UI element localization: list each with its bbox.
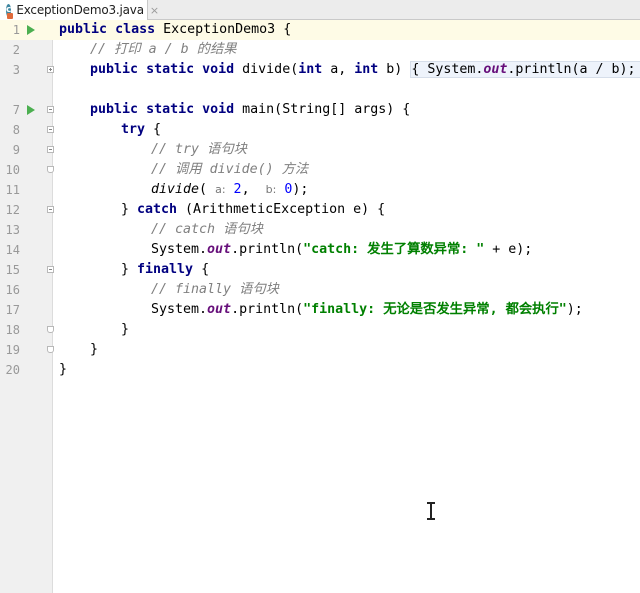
run-class-icon[interactable] bbox=[27, 25, 35, 35]
code-line-1: public class ExceptionDemo3 { bbox=[59, 22, 292, 37]
line-number: 13 bbox=[5, 223, 20, 237]
gutter-line: 11 bbox=[0, 180, 53, 200]
param-hint-b: b: bbox=[265, 183, 277, 196]
fold-end-icon[interactable] bbox=[47, 326, 54, 333]
gutter-line: 16 bbox=[0, 280, 53, 300]
line-number: 18 bbox=[5, 323, 20, 337]
close-icon[interactable]: × bbox=[150, 4, 159, 17]
fold-collapse-icon[interactable] bbox=[47, 126, 54, 133]
fold-end-icon[interactable] bbox=[47, 346, 54, 353]
code-line-10: // 调用 divide() 方法 bbox=[151, 162, 309, 177]
fold-collapse-icon[interactable] bbox=[47, 146, 54, 153]
fold-end-icon[interactable] bbox=[47, 166, 54, 173]
fold-expand-icon[interactable] bbox=[47, 66, 54, 73]
gutter-line: 9 bbox=[0, 140, 54, 160]
gutter-line: 13 bbox=[0, 220, 53, 240]
line-number: 10 bbox=[5, 163, 20, 177]
code-line-8: try { bbox=[121, 122, 162, 137]
code-line-7: public static void main(String[] args) { bbox=[90, 102, 411, 117]
gutter-line: 7 bbox=[0, 100, 54, 120]
gutter-line: 1 bbox=[0, 20, 53, 40]
line-number: 3 bbox=[12, 63, 20, 77]
gutter-line: 14 bbox=[0, 240, 53, 260]
editor-tab-bar: c ExceptionDemo3.java × bbox=[0, 0, 640, 20]
tab-exceptiondemo3[interactable]: c ExceptionDemo3.java × bbox=[0, 0, 159, 20]
class-name: ExceptionDemo3 bbox=[163, 22, 276, 37]
gutter-line: 18 bbox=[0, 320, 54, 340]
tab-label: ExceptionDemo3.java bbox=[16, 3, 144, 17]
run-main-icon[interactable] bbox=[27, 105, 35, 115]
param-hint-a: a: bbox=[215, 183, 226, 196]
code-line-3: public static void divide(int a, int b) … bbox=[90, 60, 640, 80]
text-cursor-icon bbox=[427, 502, 435, 520]
code-line-19: } bbox=[90, 342, 99, 357]
line-number: 12 bbox=[5, 203, 20, 217]
fold-collapse-icon[interactable] bbox=[47, 206, 54, 213]
code-line-2: // 打印 a / b 的结果 bbox=[90, 42, 237, 57]
line-number: 17 bbox=[5, 303, 20, 317]
line-number: 16 bbox=[5, 283, 20, 297]
line-number: 19 bbox=[5, 343, 20, 357]
fold-collapse-icon[interactable] bbox=[47, 106, 54, 113]
line-number: 9 bbox=[12, 143, 20, 157]
line-number: 14 bbox=[5, 243, 20, 257]
gutter-line: 20 bbox=[0, 360, 53, 380]
line-number: 2 bbox=[12, 43, 20, 57]
line-number: 20 bbox=[5, 363, 20, 377]
folded-region[interactable]: { System.out.println(a / b); } bbox=[410, 61, 640, 78]
line-number: 8 bbox=[12, 123, 20, 137]
line-number: 7 bbox=[12, 103, 20, 117]
code-line-16: // finally 语句块 bbox=[151, 282, 279, 297]
line-number: 1 bbox=[12, 23, 20, 37]
gutter-line: 12 bbox=[0, 200, 54, 220]
code-line-9: // try 语句块 bbox=[151, 142, 247, 157]
line-number: 15 bbox=[5, 263, 20, 277]
gutter-line: 10 bbox=[0, 160, 54, 180]
gutter-line: 15 bbox=[0, 260, 54, 280]
gutter-line: 17 bbox=[0, 300, 53, 320]
code-line-12: } catch (ArithmeticException e) { bbox=[121, 202, 386, 217]
gutter-line: 2 bbox=[0, 40, 53, 60]
java-class-icon: c bbox=[6, 3, 14, 19]
line-number: 11 bbox=[5, 183, 20, 197]
gutter-line: 19 bbox=[0, 340, 54, 360]
code-line-13: // catch 语句块 bbox=[151, 222, 263, 237]
code-line-11: divide( a: 2, b: 0); bbox=[151, 182, 309, 197]
code-line-14: System.out.println("catch: 发生了算数异常: " + … bbox=[151, 242, 533, 257]
gutter-line: 8 bbox=[0, 120, 54, 140]
code-line-17: System.out.println("finally: 无论是否发生异常, 都… bbox=[151, 302, 583, 317]
gutter-line: 3 bbox=[0, 60, 54, 80]
code-line-15: } finally { bbox=[121, 262, 210, 277]
code-line-18: } bbox=[121, 322, 130, 337]
fold-collapse-icon[interactable] bbox=[47, 266, 54, 273]
code-line-20: } bbox=[59, 362, 68, 377]
